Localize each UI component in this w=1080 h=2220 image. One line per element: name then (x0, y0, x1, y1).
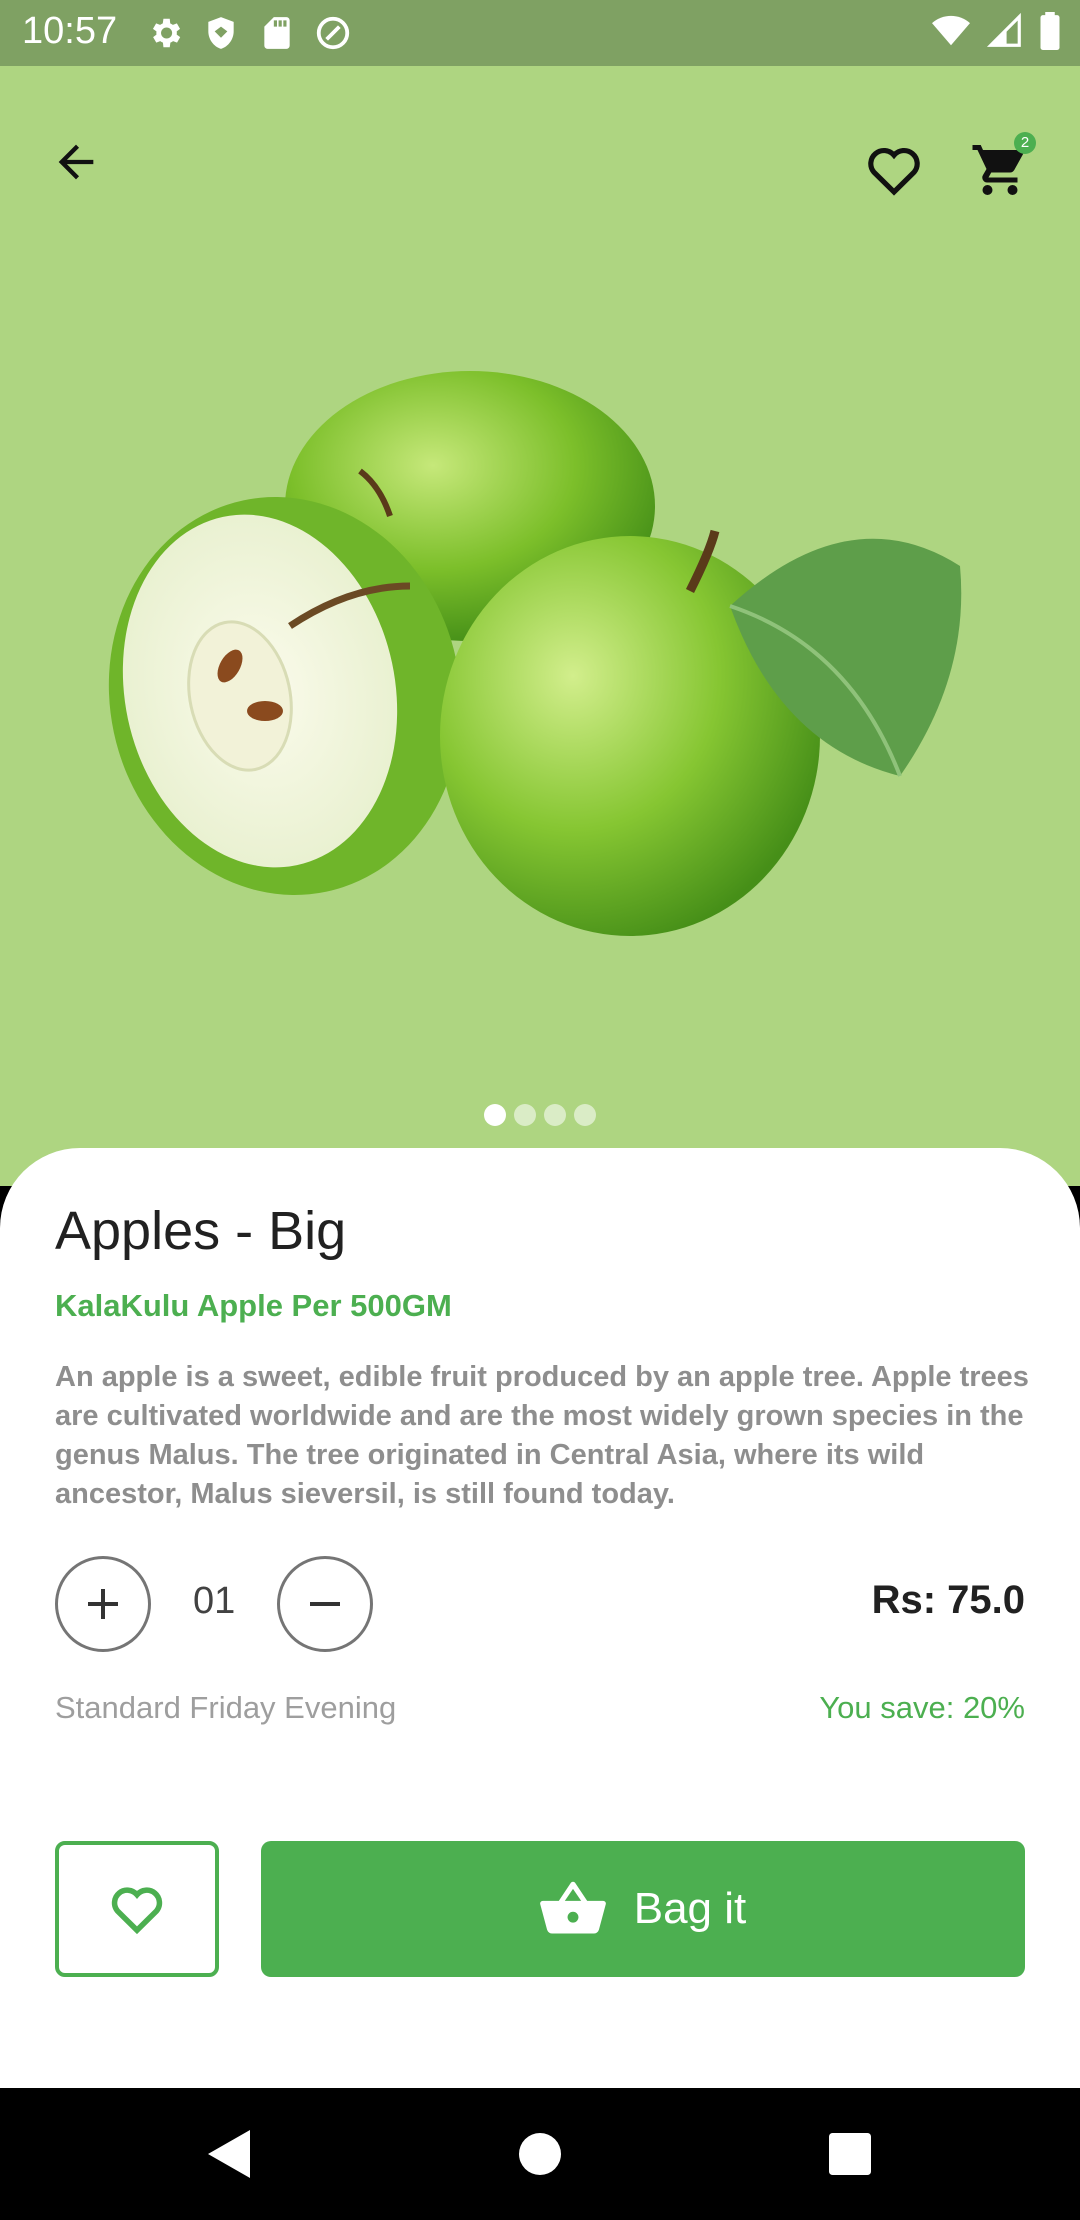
heart-outline-icon (111, 1887, 163, 1935)
at-sign-icon (316, 16, 350, 50)
cart-button[interactable]: 2 (962, 132, 1038, 208)
system-nav-bar (0, 2088, 1080, 2220)
back-button[interactable] (40, 126, 112, 198)
product-gallery[interactable]: 2 (0, 66, 1080, 1186)
sd-card-icon (264, 17, 290, 49)
status-icons-right (930, 12, 1062, 50)
product-description: An apple is a sweet, edible fruit produc… (55, 1361, 1029, 1510)
triangle-back-icon (208, 2130, 250, 2178)
wifi-icon (932, 15, 970, 46)
square-recents-icon (829, 2133, 871, 2175)
quantity-value: 01 (193, 1580, 236, 1622)
signal-icon (986, 12, 1021, 47)
status-bar: 10:57 (0, 0, 1080, 66)
gallery-dot[interactable] (544, 1104, 566, 1126)
battery-icon (1040, 12, 1060, 50)
cart-count-badge: 2 (1014, 132, 1036, 154)
product-image (108, 371, 962, 936)
gallery-dot[interactable] (484, 1104, 506, 1126)
settings-icon (152, 18, 181, 48)
circle-home-icon (519, 2133, 561, 2175)
decrease-quantity-button[interactable] (277, 1556, 373, 1652)
delivery-slot: Standard Friday Evening (55, 1690, 397, 1725)
shield-icon (208, 17, 234, 49)
favorite-button[interactable] (856, 132, 932, 208)
gallery-dot[interactable] (574, 1104, 596, 1126)
product-title: Apples - Big (55, 1201, 347, 1261)
minus-icon (310, 1602, 340, 1606)
basket-icon (539, 1881, 606, 1934)
savings-label: You save: 20% (819, 1690, 1025, 1725)
increase-quantity-button[interactable] (55, 1556, 151, 1652)
arrow-left-icon (58, 144, 94, 180)
gallery-indicator (0, 1104, 1080, 1126)
gallery-dot[interactable] (514, 1104, 536, 1126)
product-details-sheet: Apples - Big KalaKulu Apple Per 500GM An… (0, 1148, 1080, 2088)
nav-recents-button[interactable] (820, 2124, 880, 2184)
quantity-stepper: 01 Rs: 75.0 (55, 1556, 1025, 1652)
status-time: 10:57 (22, 10, 118, 52)
status-icons-left (146, 14, 352, 52)
nav-home-button[interactable] (510, 2124, 570, 2184)
heart-outline-icon (868, 147, 920, 196)
bag-it-button[interactable]: Bag it (261, 1841, 1025, 1977)
product-subtitle: KalaKulu Apple Per 500GM (55, 1288, 452, 1323)
product-price: Rs: 75.0 (871, 1578, 1025, 1622)
wishlist-button[interactable] (55, 1841, 219, 1977)
nav-back-button[interactable] (200, 2124, 260, 2184)
bag-it-label: Bag it (633, 1884, 747, 1933)
plus-icon (88, 1589, 118, 1619)
